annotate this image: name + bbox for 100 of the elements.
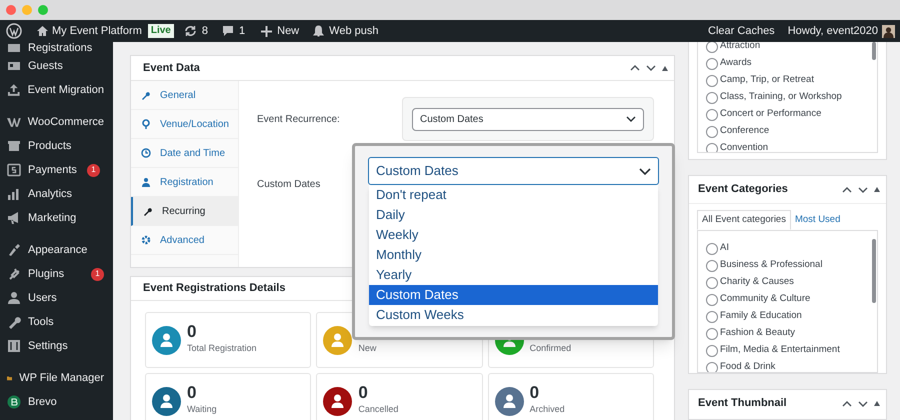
tab[interactable]: Recurring	[131, 197, 238, 226]
panel-title: Event Categories	[698, 182, 788, 198]
web-push-link[interactable]: Web push	[313, 22, 378, 40]
tab[interactable]: General	[131, 81, 238, 110]
comment-icon	[222, 25, 234, 37]
option-label: Charity & Causes	[720, 275, 794, 290]
radio-button[interactable]	[706, 328, 718, 340]
tab[interactable]: All Event categories	[697, 210, 791, 230]
upload-icon	[7, 83, 21, 97]
recurrence-select[interactable]: Custom Dates	[412, 108, 644, 130]
stat-label: Confirmed	[530, 342, 572, 356]
toggle-arrow-icon	[874, 401, 880, 406]
clear-caches-link[interactable]: Clear Caches	[708, 22, 775, 40]
sidebar-item[interactable]: WooCommerce	[0, 110, 113, 134]
comments-link[interactable]: 1	[222, 22, 246, 40]
stat-count: 0	[187, 383, 198, 404]
dropdown-option[interactable]: Weekly	[369, 225, 658, 245]
dropdown-option[interactable]: Yearly	[369, 265, 658, 285]
plus-icon	[261, 26, 272, 36]
sidebar-item[interactable]: WP File Manager	[0, 366, 113, 390]
count-badge: 1	[91, 268, 104, 280]
radio-button[interactable]	[706, 242, 718, 254]
radio-button[interactable]	[706, 108, 718, 120]
chevron-down-icon	[639, 168, 651, 174]
sidebar-item[interactable]: Settings	[0, 334, 113, 358]
option-label: Family & Education	[720, 309, 802, 324]
site-name-link[interactable]: My Event Platform	[36, 22, 142, 40]
dollar-icon	[7, 163, 21, 177]
option-label: Food & Drink	[720, 360, 776, 372]
radio-button[interactable]	[706, 260, 718, 272]
w-logo-icon	[7, 115, 21, 129]
maximize-window-button[interactable]	[38, 5, 48, 15]
sidebar-item[interactable]: Tools	[0, 310, 113, 334]
count-badge: 1	[86, 164, 100, 176]
new-link[interactable]: New	[261, 22, 300, 40]
plug-icon	[7, 267, 21, 281]
tab[interactable]: Venue/Location	[131, 110, 238, 139]
sidebar-item[interactable]: Appearance	[0, 238, 113, 262]
toggle-arrow-icon	[874, 187, 880, 192]
toggle-arrow-icon	[662, 66, 668, 70]
sidebar-item[interactable]: Users	[0, 286, 113, 310]
card-icon	[7, 42, 21, 55]
chevron-up-icon	[630, 65, 640, 71]
live-badge: Live	[148, 24, 174, 38]
radio-button[interactable]	[706, 126, 718, 138]
radio-button[interactable]	[706, 310, 718, 322]
megaphone-icon	[7, 211, 21, 225]
option-label: Class, Training, or Workshop	[720, 90, 842, 104]
sidebar-item[interactable]: Event Migration	[0, 78, 113, 102]
sidebar-item[interactable]: Registrations	[0, 42, 113, 54]
tab[interactable]: Date and Time	[131, 139, 238, 168]
option-label: Business & Professional	[720, 258, 822, 272]
account-link[interactable]: Howdy, event2020	[788, 22, 895, 40]
option-label: Convention	[720, 141, 768, 152]
radio-button[interactable]	[706, 344, 718, 356]
box-icon	[7, 139, 21, 153]
stat-count: 0	[530, 383, 540, 404]
sidebar-item[interactable]: Brevo	[0, 390, 113, 414]
option-label: Concert or Performance	[720, 107, 822, 122]
sidebar-item[interactable]: Guests	[0, 54, 113, 78]
sidebar-item[interactable]: Plugins 1	[0, 262, 113, 286]
sidebar-item[interactable]: Payments 1	[0, 158, 113, 182]
radio-button[interactable]	[706, 276, 718, 288]
tab[interactable]: Most Used	[790, 210, 844, 230]
dropdown-option[interactable]: Custom Dates	[369, 285, 658, 305]
wrench-icon	[143, 206, 153, 216]
stat-label: Total Registration	[187, 342, 257, 356]
stat-label: Archived	[530, 403, 565, 416]
custom-dates-select[interactable]: Custom Dates	[368, 157, 659, 185]
dropdown-option[interactable]: Monthly	[369, 245, 658, 265]
stat-count: 0	[358, 383, 369, 404]
stat-count: 0	[187, 322, 198, 342]
wordpress-logo-icon	[6, 23, 22, 39]
tab[interactable]: Advanced	[131, 226, 238, 255]
radio-button[interactable]	[706, 142, 718, 152]
panel-title: Event Registrations Details	[143, 281, 286, 296]
bar-chart-icon	[7, 187, 21, 201]
person-icon	[141, 177, 151, 187]
sidebar-item[interactable]: Products	[0, 134, 113, 158]
pin-icon	[141, 119, 151, 129]
dropdown-option[interactable]: Don't repeat	[369, 185, 658, 205]
home-icon	[36, 25, 49, 37]
radio-button[interactable]	[706, 42, 718, 52]
radio-button[interactable]	[706, 294, 718, 306]
user-icon	[7, 291, 21, 305]
field-label: Event Recurrence:	[257, 112, 340, 126]
avatar-icon	[882, 24, 895, 38]
dropdown-option[interactable]: Daily	[369, 205, 658, 225]
sidebar-item[interactable]: Marketing	[0, 206, 113, 230]
radio-button[interactable]	[706, 92, 718, 104]
dropdown-option[interactable]: Custom Weeks	[369, 305, 658, 325]
sidebar-item[interactable]: Analytics	[0, 182, 113, 206]
radio-button[interactable]	[706, 362, 718, 372]
radio-button[interactable]	[706, 74, 718, 86]
radio-button[interactable]	[706, 58, 718, 70]
chevron-down-icon	[858, 400, 868, 406]
option-label: Film, Media & Entertainment	[720, 343, 840, 358]
updates-link[interactable]: 8	[184, 22, 208, 40]
option-label: Conference	[720, 124, 770, 138]
close-window-button[interactable]	[6, 5, 16, 15]
